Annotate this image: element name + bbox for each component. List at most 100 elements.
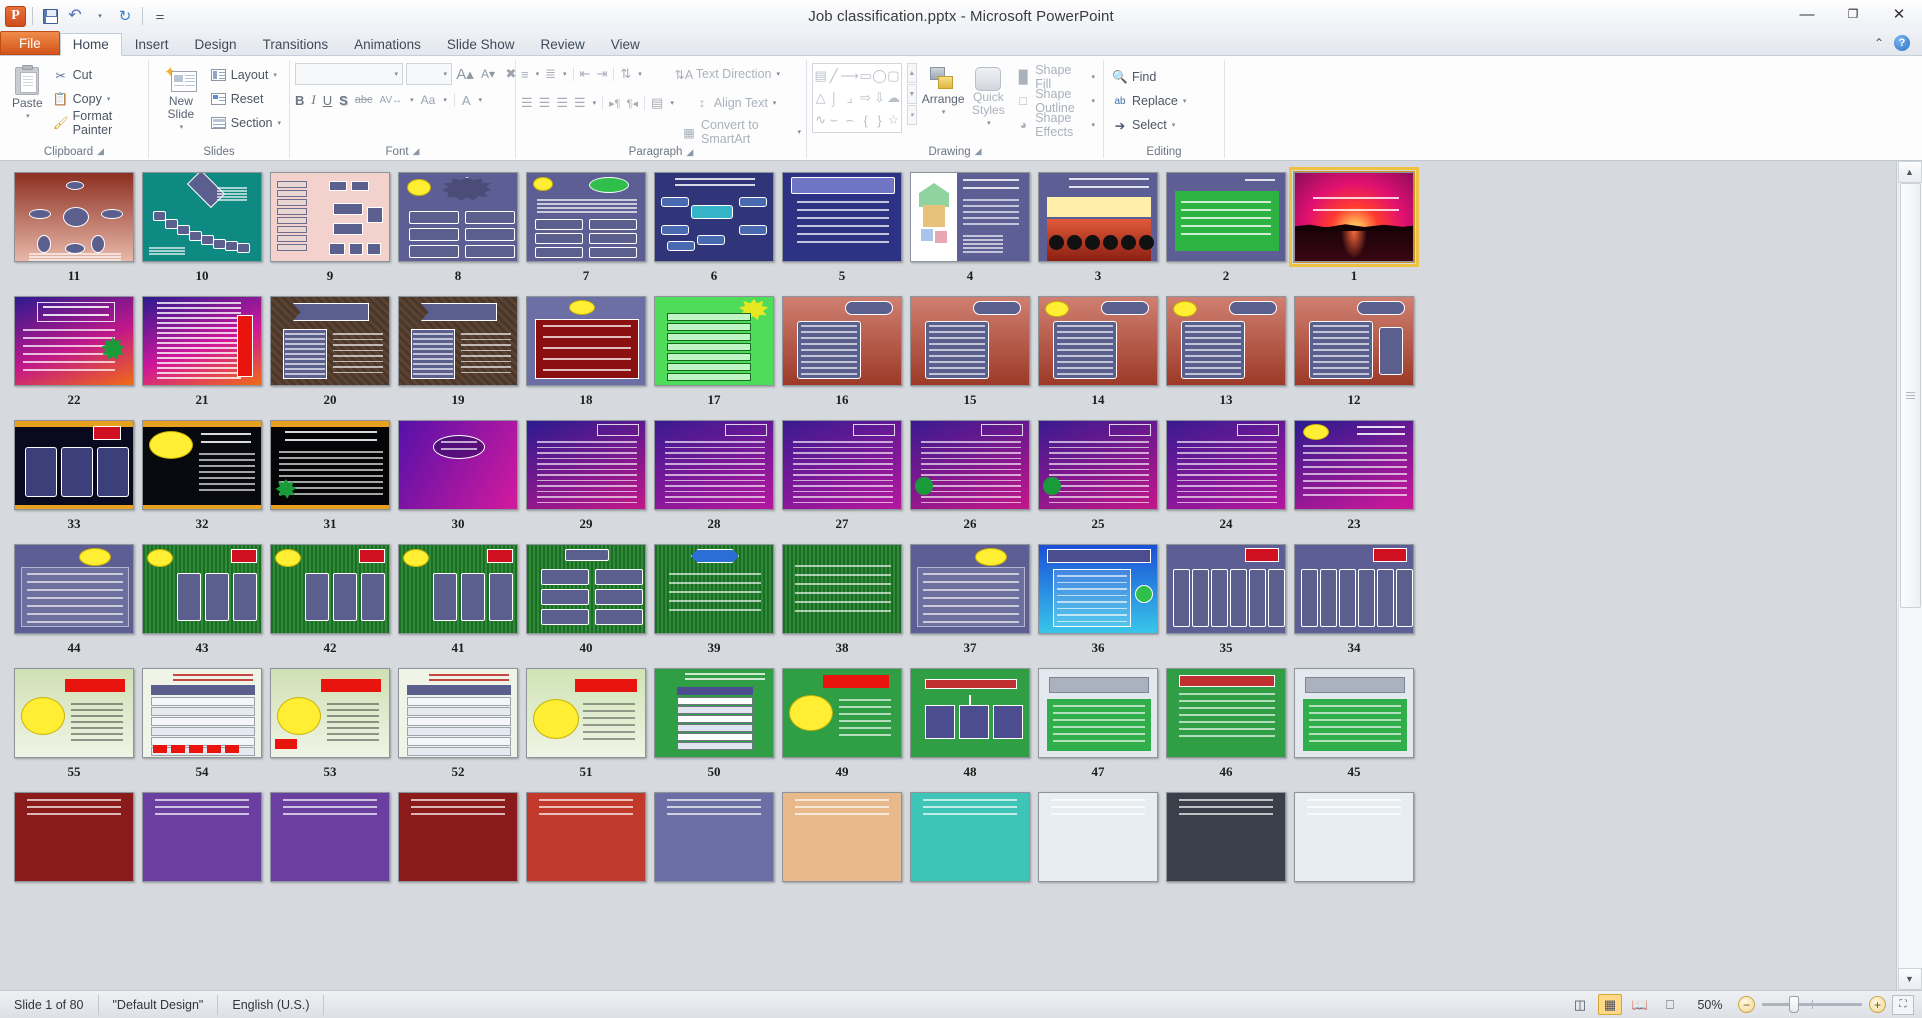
paste-button[interactable]: Paste ▾ xyxy=(5,61,50,123)
redo-icon[interactable]: ↻ xyxy=(114,5,136,27)
quick-access-toolbar[interactable]: P ↶ ▾ ↻ ⚌ xyxy=(0,3,171,29)
slide-thumbnail-cell[interactable]: 26 xyxy=(906,416,1034,540)
slide-thumbnail[interactable] xyxy=(142,668,262,758)
oval-shape-icon[interactable]: ◯ xyxy=(872,65,887,87)
slide-thumbnail[interactable] xyxy=(270,420,390,510)
zoom-level[interactable]: 50% xyxy=(1688,998,1732,1012)
slide-thumbnail-cell[interactable]: 14 xyxy=(1034,292,1162,416)
textbox-shape-icon[interactable]: ▤ xyxy=(814,65,827,87)
zoom-track[interactable] xyxy=(1762,996,1862,1013)
scroll-up-icon[interactable]: ▲ xyxy=(1897,161,1922,183)
customize-qat-icon[interactable]: ⚌ xyxy=(149,5,171,27)
slide-thumbnail-cell[interactable]: 45 xyxy=(1290,664,1418,788)
chevron-down-icon[interactable]: ▾ xyxy=(394,70,398,78)
shape-outline-button[interactable]: □ Shape Outline ▾ xyxy=(1012,87,1098,115)
tab-insert[interactable]: Insert xyxy=(122,32,182,55)
slide-thumbnail-cell[interactable]: 28 xyxy=(650,416,778,540)
slide-thumbnail-cell[interactable]: 34 xyxy=(1290,540,1418,664)
slide-thumbnail[interactable] xyxy=(1294,544,1414,634)
slide-thumbnail-cell[interactable]: 3 xyxy=(1034,168,1162,292)
undo-dropdown-icon[interactable]: ▾ xyxy=(89,5,111,27)
slide-thumbnail-cell[interactable]: 27 xyxy=(778,416,906,540)
slide-thumbnail[interactable] xyxy=(270,296,390,386)
character-spacing-button[interactable]: AV↔ xyxy=(380,95,403,106)
slide-thumbnail[interactable] xyxy=(910,172,1030,262)
slide-thumbnail-cell[interactable] xyxy=(266,788,394,896)
elbow-connector-icon[interactable]: ⌡ xyxy=(827,87,840,109)
scroll-down-icon[interactable]: ▼ xyxy=(1897,968,1922,990)
slide-thumbnail-cell[interactable]: 38 xyxy=(778,540,906,664)
shape-fill-button[interactable]: █ Shape Fill ▾ xyxy=(1012,63,1098,91)
tab-view[interactable]: View xyxy=(598,32,653,55)
slide-thumbnail-cell[interactable]: 24 xyxy=(1162,416,1290,540)
slide-thumbnail-cell[interactable] xyxy=(906,788,1034,896)
right-arrow-shape-icon[interactable]: ⇨ xyxy=(859,87,872,109)
slide-thumbnail[interactable] xyxy=(14,420,134,510)
slide-thumbnail-cell[interactable]: 40 xyxy=(522,540,650,664)
bullets-button[interactable]: ≡ xyxy=(521,67,529,82)
slide-thumbnail[interactable] xyxy=(14,172,134,262)
slide-thumbnail-cell[interactable] xyxy=(394,788,522,896)
slide-thumbnail-cell[interactable]: 19 xyxy=(394,292,522,416)
slide-thumbnail-cell[interactable] xyxy=(1162,788,1290,896)
reading-view-button[interactable]: 📖 xyxy=(1628,994,1652,1015)
slide-thumbnail[interactable] xyxy=(654,420,774,510)
slide-thumbnail[interactable] xyxy=(910,668,1030,758)
tab-slide-show[interactable]: Slide Show xyxy=(434,32,528,55)
slide-thumbnail[interactable] xyxy=(270,668,390,758)
align-right-button[interactable]: ☰ xyxy=(556,95,568,111)
tab-review[interactable]: Review xyxy=(527,32,597,55)
help-icon[interactable]: ? xyxy=(1894,35,1910,51)
convert-to-smartart-button[interactable]: ▦ Convert to SmartArt ▾ xyxy=(681,118,801,146)
slide-thumbnail[interactable] xyxy=(1166,792,1286,882)
slide-thumbnail-cell[interactable] xyxy=(778,788,906,896)
slide-thumbnail[interactable] xyxy=(1166,296,1286,386)
slide-thumbnail-cell[interactable] xyxy=(1290,788,1418,896)
slide-thumbnail[interactable] xyxy=(782,668,902,758)
powerpoint-logo-icon[interactable]: P xyxy=(5,5,26,27)
slide-thumbnail[interactable] xyxy=(910,544,1030,634)
slide-thumbnail[interactable] xyxy=(1289,167,1419,267)
slide-thumbnail[interactable] xyxy=(910,792,1030,882)
slide-thumbnail[interactable] xyxy=(142,296,262,386)
drawing-dialog-launcher-icon[interactable]: ◢ xyxy=(975,146,982,157)
slide-thumbnail-cell[interactable]: 48 xyxy=(906,664,1034,788)
shrink-font-icon[interactable]: A▾ xyxy=(478,64,498,84)
bold-button[interactable]: B xyxy=(295,93,304,108)
increase-indent-button[interactable]: ⇥ xyxy=(596,66,607,82)
slide-thumbnail-cell[interactable]: 11 xyxy=(10,168,138,292)
collapse-ribbon-icon[interactable]: ⌃ xyxy=(1874,36,1884,50)
arrange-button[interactable]: Arrange ▾ xyxy=(922,63,965,119)
slide-thumbnail[interactable] xyxy=(14,544,134,634)
slide-thumbnail-cell[interactable]: 33 xyxy=(10,416,138,540)
section-button[interactable]: Section ▾ xyxy=(208,111,284,135)
slide-thumbnail-cell[interactable] xyxy=(138,788,266,896)
slide-thumbnail[interactable] xyxy=(1038,420,1158,510)
columns-button[interactable]: ▤ xyxy=(651,95,663,111)
slide-thumbnail-cell[interactable]: 23 xyxy=(1290,416,1418,540)
slide-thumbnail-cell[interactable]: 36 xyxy=(1034,540,1162,664)
slide-thumbnail-cell[interactable]: 31 xyxy=(266,416,394,540)
slide-thumbnail-cell[interactable]: 1 xyxy=(1289,167,1419,292)
down-arrow-shape-icon[interactable]: ⇩ xyxy=(872,87,887,109)
slide-sorter-grid[interactable]: 11 10 9 8 7 6 5 4 3 2 1 22 21 20 19 18 17 16 15 14 13 12 33 32 3… xyxy=(0,161,1896,990)
slide-thumbnail[interactable] xyxy=(910,296,1030,386)
slide-thumbnail[interactable] xyxy=(398,544,518,634)
chevron-down-icon[interactable]: ▾ xyxy=(479,96,483,104)
restore-button[interactable]: ❐ xyxy=(1830,0,1876,28)
slide-thumbnail[interactable] xyxy=(654,544,774,634)
freeform-shape-icon[interactable]: ∿ xyxy=(814,109,827,131)
slide-thumbnail-cell[interactable]: 25 xyxy=(1034,416,1162,540)
slide-thumbnail-cell[interactable]: 51 xyxy=(522,664,650,788)
slide-thumbnail[interactable] xyxy=(1166,544,1286,634)
slide-thumbnail[interactable] xyxy=(142,544,262,634)
align-text-button[interactable]: ↕ Align Text ▾ xyxy=(694,91,777,115)
slide-thumbnail-cell[interactable]: 43 xyxy=(138,540,266,664)
slide-show-button[interactable]: ⎕ xyxy=(1658,994,1682,1015)
slide-thumbnail-cell[interactable]: 21 xyxy=(138,292,266,416)
theme-status[interactable]: "Default Design" xyxy=(99,994,219,1015)
normal-view-button[interactable]: ◫ xyxy=(1568,994,1592,1015)
slide-thumbnail-cell[interactable] xyxy=(522,788,650,896)
font-size-input[interactable]: ▾ xyxy=(406,63,452,85)
paste-dropdown-icon[interactable]: ▾ xyxy=(26,110,30,123)
